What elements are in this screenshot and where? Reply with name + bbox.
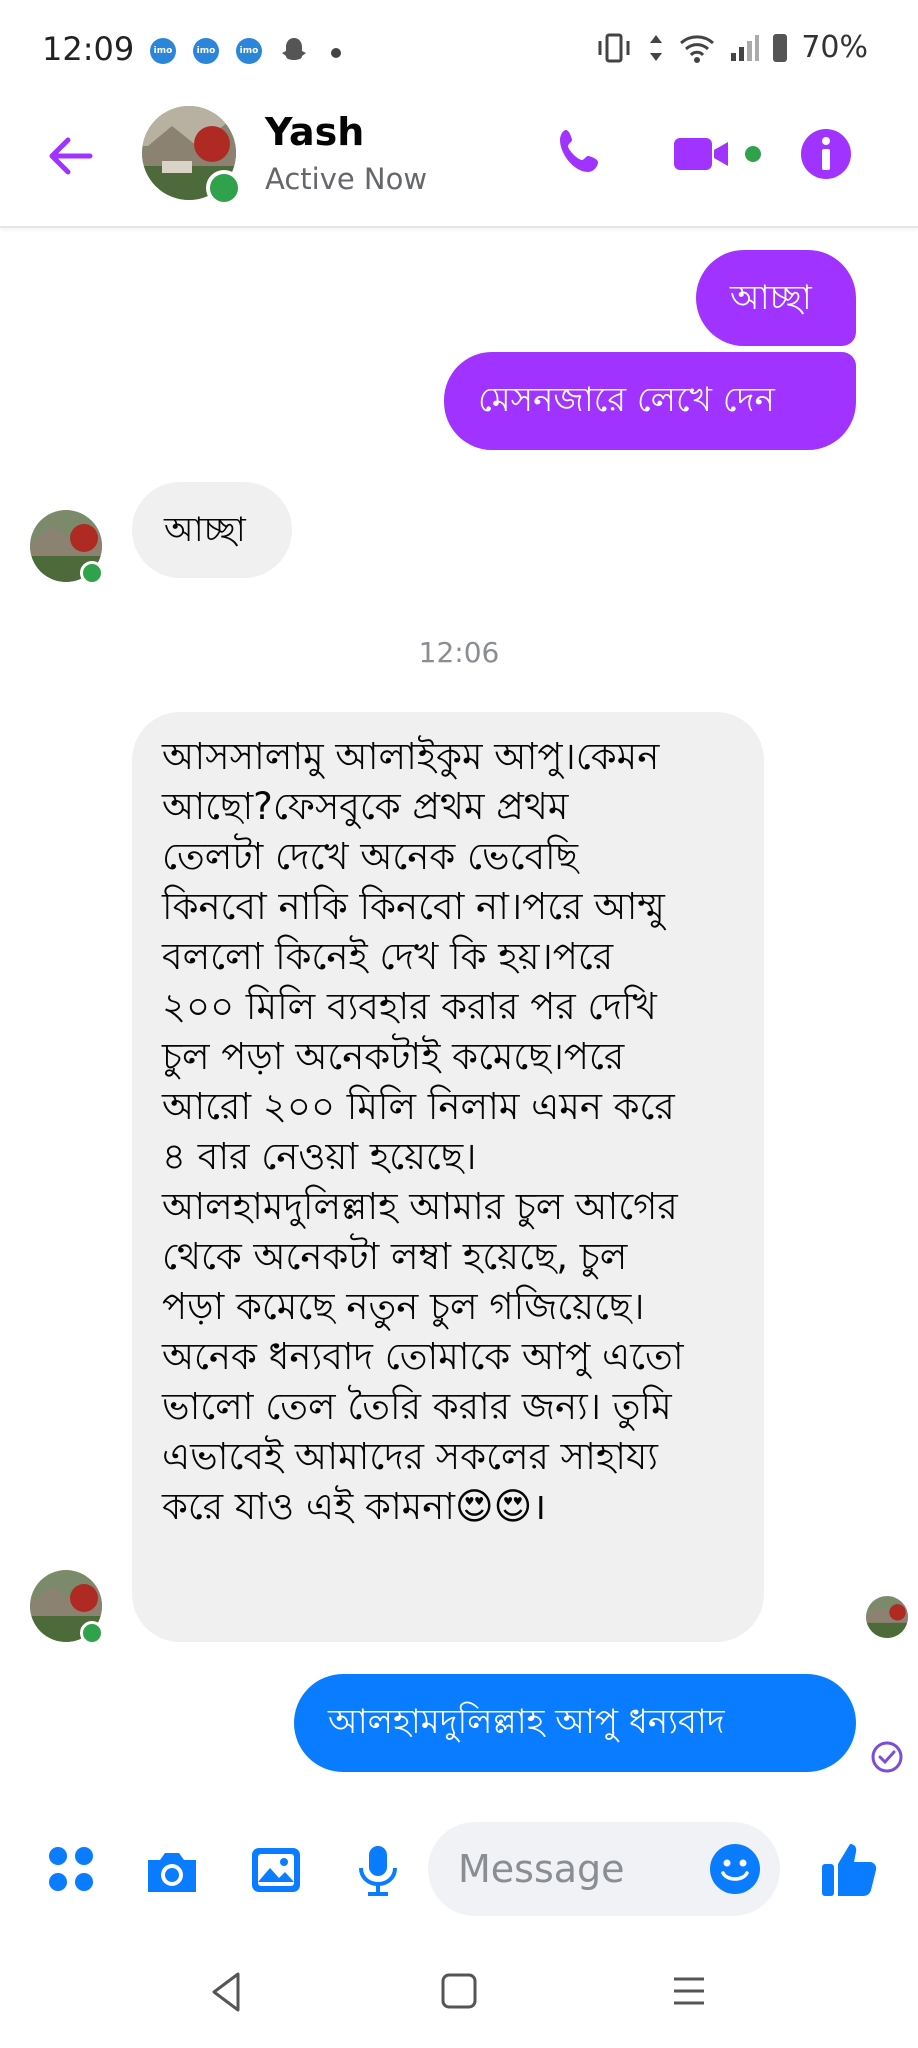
- recents-nav-icon[interactable]: [670, 1974, 708, 2008]
- data-arrows-icon: [650, 34, 663, 61]
- outgoing-message[interactable]: মেসনজারে লেখে দেন: [444, 352, 856, 450]
- info-icon[interactable]: [796, 124, 856, 184]
- incoming-message[interactable]: আচ্ছা: [132, 482, 292, 578]
- wifi-icon: [680, 34, 715, 63]
- video-call-icon[interactable]: [672, 124, 762, 184]
- battery-icon: [773, 33, 788, 62]
- signal-icon: [731, 34, 760, 61]
- contact-status: Active Now: [265, 162, 428, 196]
- camera-icon[interactable]: [144, 1844, 200, 1900]
- imo-icon: imo: [193, 38, 219, 64]
- microphone-icon[interactable]: [350, 1842, 406, 1898]
- status-bar: 12:09 imo imo imo 70%: [0, 0, 918, 100]
- gallery-icon[interactable]: [248, 1842, 304, 1898]
- phone-icon[interactable]: [552, 124, 612, 184]
- back-nav-icon[interactable]: [206, 1970, 246, 2014]
- sent-check-icon: [871, 1741, 903, 1773]
- online-indicator: [80, 1621, 104, 1645]
- incoming-message[interactable]: আসসালামু আলাইকুম আপু।কেমন আছো?ফেসবুকে প্…: [132, 712, 764, 1642]
- thumbs-up-icon[interactable]: [818, 1838, 882, 1900]
- outgoing-message[interactable]: আলহামদুলিল্লাহ আপু ধন্যবাদ: [294, 1674, 856, 1772]
- imo-icon: imo: [236, 38, 262, 64]
- back-arrow-icon[interactable]: [42, 128, 98, 184]
- imo-icon: imo: [150, 38, 176, 64]
- seen-avatar: [866, 1596, 908, 1638]
- outgoing-message[interactable]: আচ্ছা: [696, 250, 856, 346]
- message-timestamp: 12:06: [418, 636, 500, 669]
- emoji-icon[interactable]: [706, 1840, 764, 1898]
- home-nav-icon[interactable]: [440, 1972, 478, 2010]
- apps-icon[interactable]: [44, 1842, 100, 1898]
- snapchat-icon: [282, 38, 306, 60]
- conversation-header: [0, 100, 918, 228]
- status-right: 70%: [595, 30, 868, 65]
- contact-name[interactable]: Yash: [265, 110, 364, 154]
- online-indicator: [80, 561, 104, 585]
- status-time: 12:09: [42, 30, 135, 68]
- more-notifications-dot: [331, 48, 341, 58]
- battery-level: 70%: [801, 30, 868, 65]
- vibrate-icon: [598, 33, 630, 62]
- online-indicator: [206, 170, 242, 206]
